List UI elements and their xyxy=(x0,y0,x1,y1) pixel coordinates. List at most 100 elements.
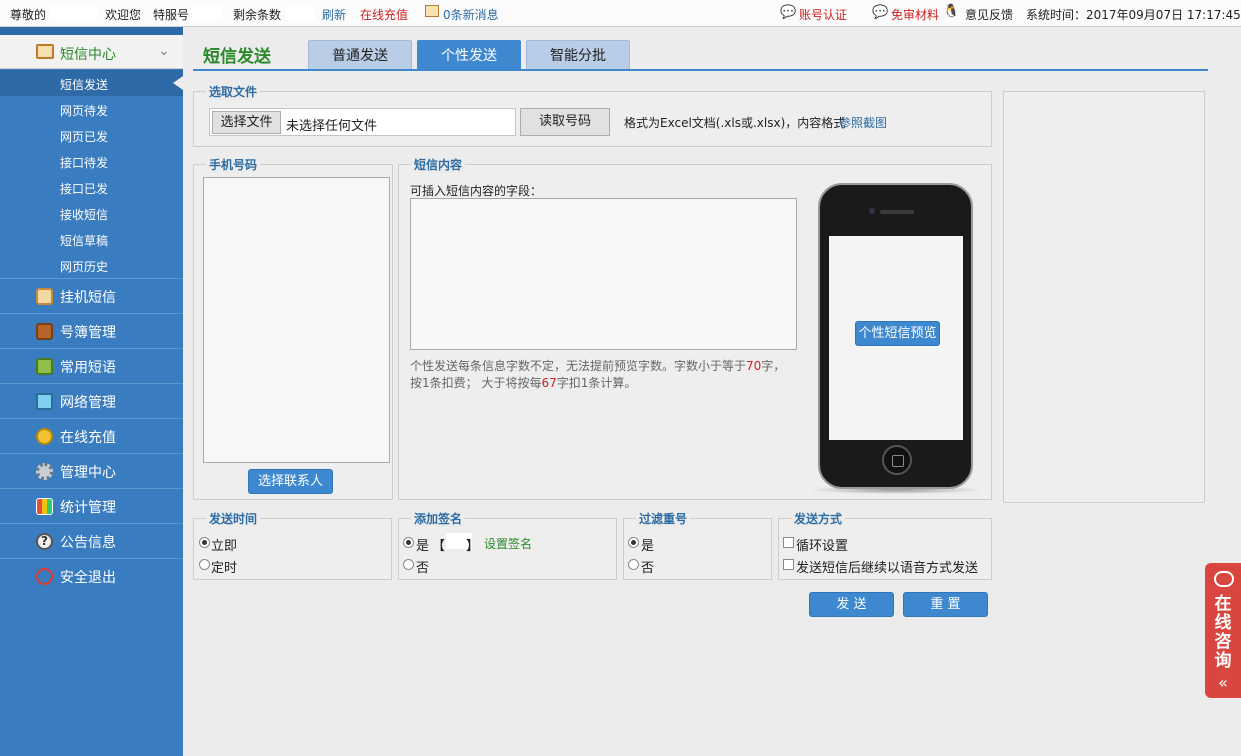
signature-yes-label: 是 xyxy=(416,539,430,554)
phone-speaker xyxy=(880,210,914,214)
phone-camera xyxy=(869,208,875,214)
chat-bubble-icon: 💬 xyxy=(872,5,889,20)
send-time-scheduled-radio[interactable] xyxy=(199,559,210,570)
voice-send-checkbox[interactable] xyxy=(783,559,794,570)
screenshot-link[interactable]: 参照截图 xyxy=(839,114,887,131)
envelope-icon xyxy=(36,288,53,305)
loop-setting-label: 循环设置 xyxy=(796,539,849,554)
personal-sms-preview-button[interactable]: 个性短信预览 xyxy=(855,321,940,346)
sidebar-section-sms-center[interactable]: 短信中心 ⌄ xyxy=(0,35,183,69)
coins-icon xyxy=(36,428,53,445)
sidebar-section-label: 短信中心 xyxy=(60,47,116,63)
sidebar-item-logout[interactable]: 安全退出 xyxy=(0,558,183,593)
chat-bubble-icon: 💬 xyxy=(780,5,797,20)
sidebar-item-network[interactable]: 网络管理 xyxy=(0,383,183,418)
chevron-down-icon: ⌄ xyxy=(158,43,170,59)
sidebar-stripe xyxy=(0,27,183,35)
refresh-link[interactable]: 刷新 xyxy=(322,6,346,23)
send-button[interactable]: 发 送 xyxy=(809,592,894,617)
send-time-legend: 发送时间 xyxy=(206,510,261,527)
account-auth-link[interactable]: 账号认证 xyxy=(799,6,847,23)
char-limit-70: 70 xyxy=(746,359,762,373)
recharge-link[interactable]: 在线充值 xyxy=(360,6,408,23)
insert-fields-label: 可插入短信内容的字段： xyxy=(410,184,543,198)
voice-send-label: 发送短信后继续以语音方式发送 xyxy=(796,561,979,576)
sidebar-item-phonebook[interactable]: 号簿管理 xyxy=(0,313,183,348)
filter-yes-label: 是 xyxy=(641,539,655,554)
filter-duplicates-legend: 过滤重号 xyxy=(636,510,691,527)
mail-icon xyxy=(425,5,439,17)
sidebar-item-statistics[interactable]: 统计管理 xyxy=(0,488,183,523)
top-bar: 尊敬的 欢迎您 特服号 剩余条数 刷新 在线充值 0条新消息 💬 账号认证 💬 … xyxy=(0,0,1241,27)
system-time-label: 系统时间： xyxy=(1026,8,1087,22)
choose-file-button[interactable]: 选择文件 xyxy=(212,111,281,134)
signature-yes-radio[interactable] xyxy=(403,537,414,548)
sms-content-legend: 短信内容 xyxy=(411,156,466,173)
signature-bracket-open: 【 xyxy=(432,539,446,554)
loop-setting-checkbox[interactable] xyxy=(783,537,794,548)
select-contacts-button[interactable]: 选择联系人 xyxy=(248,469,333,494)
service-number-label: 特服号 xyxy=(153,8,190,22)
book-icon xyxy=(36,323,53,340)
tab-smart-batch[interactable]: 智能分批 xyxy=(526,40,630,70)
page-title: 短信发送 xyxy=(203,47,271,67)
signature-bracket-close: 】 xyxy=(466,539,480,554)
welcome-label: 欢迎您 xyxy=(105,8,142,22)
signature-no-radio[interactable] xyxy=(403,559,414,570)
sidebar-item-web-pending[interactable]: 网页待发 xyxy=(0,96,183,122)
reset-button[interactable]: 重 置 xyxy=(903,592,988,617)
power-icon xyxy=(36,568,53,585)
tab-underline xyxy=(193,69,1208,71)
system-time: 2017年09月07日 17:17:45 xyxy=(1086,8,1241,22)
sidebar-item-web-sent[interactable]: 网页已发 xyxy=(0,122,183,148)
sidebar-item-common-phrases[interactable]: 常用短语 xyxy=(0,348,183,383)
sidebar-item-sms-drafts[interactable]: 短信草稿 xyxy=(0,226,183,252)
sidebar-item-management[interactable]: 管理中心 xyxy=(0,453,183,488)
respect-label: 尊敬的 xyxy=(10,8,47,22)
gear-icon xyxy=(36,463,53,480)
filter-no-label: 否 xyxy=(641,561,655,576)
note-line-2: 按1条扣费； 大于将按每67字扣1条计算。 xyxy=(410,376,637,390)
tab-personal-send[interactable]: 个性发送 xyxy=(417,40,521,70)
remaining-label: 剩余条数 xyxy=(233,8,282,22)
sidebar-item-recharge[interactable]: 在线充值 xyxy=(0,418,183,453)
sidebar-item-received-sms[interactable]: 接收短信 xyxy=(0,200,183,226)
free-material-link[interactable]: 免审材料 xyxy=(891,6,939,23)
filter-yes-radio[interactable] xyxy=(628,537,639,548)
username-blank xyxy=(50,5,98,20)
sidebar-item-api-sent[interactable]: 接口已发 xyxy=(0,174,183,200)
feedback-link[interactable]: 意见反馈 xyxy=(965,6,1013,23)
tab-normal-send[interactable]: 普通发送 xyxy=(308,40,412,70)
no-file-label: 未选择任何文件 xyxy=(286,119,378,134)
send-time-immediate-radio[interactable] xyxy=(199,537,210,548)
online-consult-button[interactable]: 在线咨询 « xyxy=(1205,563,1241,698)
question-icon: ? xyxy=(36,533,53,550)
envelope-icon xyxy=(36,44,54,59)
signature-no-label: 否 xyxy=(416,561,430,576)
filter-no-radio[interactable] xyxy=(628,559,639,570)
notepad-icon xyxy=(36,358,53,375)
file-section-legend: 选取文件 xyxy=(206,83,261,100)
sidebar-item-sms-send[interactable]: 短信发送 xyxy=(0,70,183,96)
monitor-icon xyxy=(36,393,53,410)
phone-numbers-textarea[interactable] xyxy=(203,177,390,463)
phone-home-button xyxy=(882,445,912,475)
remaining-blank xyxy=(285,5,315,20)
new-messages-link[interactable]: 0条新消息 xyxy=(443,6,499,23)
sms-content-textarea[interactable] xyxy=(410,198,797,350)
sidebar-item-web-history[interactable]: 网页历史 xyxy=(0,252,183,278)
phone-numbers-legend: 手机号码 xyxy=(206,156,261,173)
qq-penguin-icon: 🐧 xyxy=(943,4,960,19)
online-consult-label: 在线咨询 xyxy=(1214,594,1232,671)
sidebar-item-hangup-sms[interactable]: 挂机短信 xyxy=(0,278,183,313)
sidebar-item-announcements[interactable]: ? 公告信息 xyxy=(0,523,183,558)
send-time-immediate-label: 立即 xyxy=(211,539,238,554)
note-line-1: 个性发送每条信息字数不定，无法提前预览字数。字数小于等于70字， xyxy=(410,359,786,373)
right-panel xyxy=(1003,91,1205,503)
set-signature-link[interactable]: 设置签名 xyxy=(484,535,532,552)
char-limit-67: 67 xyxy=(541,376,557,390)
read-numbers-button[interactable]: 读取号码 xyxy=(520,108,610,136)
send-mode-legend: 发送方式 xyxy=(791,510,846,527)
sidebar-item-api-pending[interactable]: 接口待发 xyxy=(0,148,183,174)
service-number-blank xyxy=(192,5,222,20)
